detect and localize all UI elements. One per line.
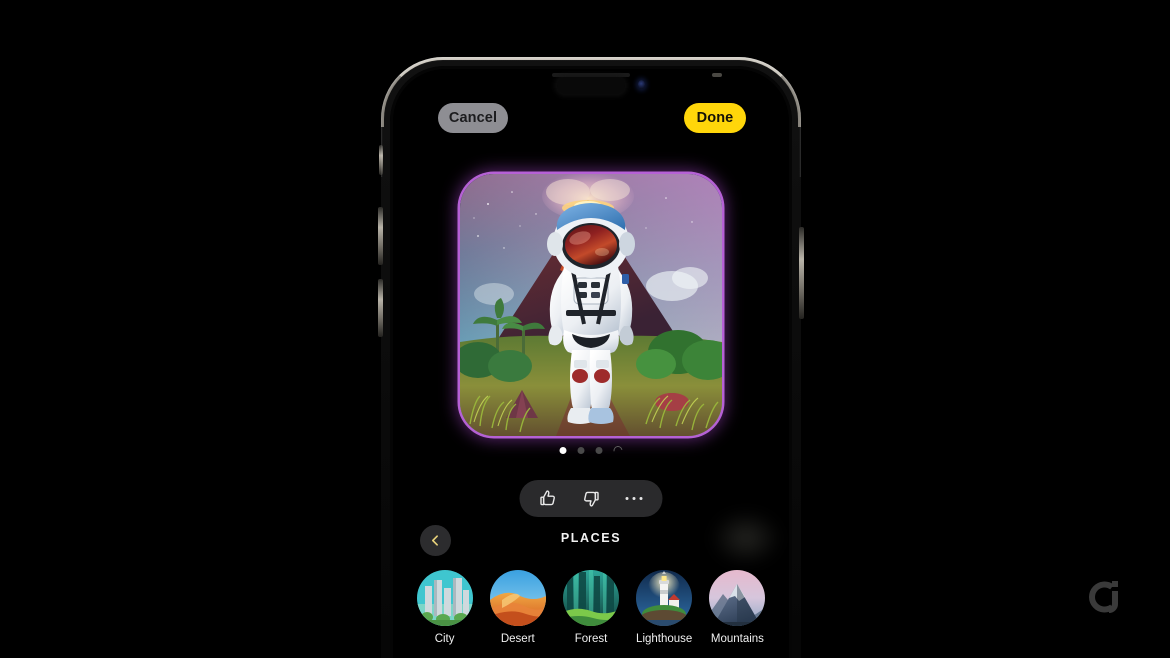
top-toolbar: Cancel Done xyxy=(394,77,788,137)
forest-thumbnail-art xyxy=(562,570,619,626)
grid-item-label: Forest xyxy=(574,633,608,645)
thumbs-up-icon xyxy=(540,490,555,506)
done-button[interactable]: Done xyxy=(684,103,746,133)
lighthouse-thumbnail-art xyxy=(636,570,693,626)
mountains-thumbnail xyxy=(709,570,766,626)
thumbs-down-icon xyxy=(584,491,599,507)
grid-item-mountains[interactable]: Mountains xyxy=(701,570,774,645)
iphone-device-mockup: Cancel Done PLACES City Desert Forest Li… xyxy=(378,57,804,658)
desert-thumbnail-art xyxy=(489,570,546,626)
category-header: PLACES xyxy=(394,525,788,559)
forest-thumbnail xyxy=(562,570,619,626)
category-grid: City Desert Forest Lighthouse Mountains xyxy=(408,570,774,658)
grid-item-label: Lighthouse xyxy=(636,633,693,645)
lighthouse-thumbnail xyxy=(636,570,693,626)
grid-item-label: City xyxy=(434,633,455,645)
device-screen: Cancel Done PLACES City Desert Forest Li… xyxy=(394,70,788,658)
city-thumbnail xyxy=(416,570,473,626)
page-dot-1[interactable] xyxy=(559,447,567,454)
grid-item-forest[interactable]: Forest xyxy=(554,570,627,645)
ellipsis-icon xyxy=(625,496,643,501)
astronaut-volcano-artwork xyxy=(460,174,722,436)
device-bezel: Cancel Done PLACES City Desert Forest Li… xyxy=(390,66,792,658)
loading-spinner-icon xyxy=(611,444,625,457)
volume-down-button[interactable] xyxy=(378,279,383,337)
thumbs-up-button[interactable] xyxy=(538,488,559,509)
volume-up-button[interactable] xyxy=(378,207,383,265)
action-button[interactable] xyxy=(379,145,383,175)
feedback-action-bar xyxy=(519,480,663,517)
dynamic-island xyxy=(557,77,625,94)
page-dot-2[interactable] xyxy=(577,447,585,454)
grid-item-lighthouse[interactable]: Lighthouse xyxy=(628,570,701,645)
desert-thumbnail xyxy=(489,570,546,626)
front-camera-icon xyxy=(638,80,646,89)
more-options-button[interactable] xyxy=(624,488,645,509)
grid-item-desert[interactable]: Desert xyxy=(481,570,554,645)
city-thumbnail-art xyxy=(416,570,473,626)
generated-image-container[interactable] xyxy=(444,158,738,452)
grid-item-label: Desert xyxy=(500,633,535,645)
power-button[interactable] xyxy=(799,227,804,319)
cancel-button[interactable]: Cancel xyxy=(438,103,508,133)
category-title: PLACES xyxy=(560,531,622,545)
mountains-thumbnail-art xyxy=(709,570,766,626)
grid-item-label: Mountains xyxy=(710,633,764,645)
page-dot-3[interactable] xyxy=(595,447,603,454)
thumbs-down-button[interactable] xyxy=(581,488,602,509)
grid-item-city[interactable]: City xyxy=(408,570,481,645)
channel-logo-icon xyxy=(1089,581,1118,613)
generated-image[interactable] xyxy=(460,174,722,436)
frame-antenna-notch xyxy=(712,73,722,77)
channel-logo xyxy=(1082,574,1128,620)
page-indicator[interactable] xyxy=(559,444,625,457)
screenshot-canvas: Cancel Done PLACES City Desert Forest Li… xyxy=(0,0,1170,658)
